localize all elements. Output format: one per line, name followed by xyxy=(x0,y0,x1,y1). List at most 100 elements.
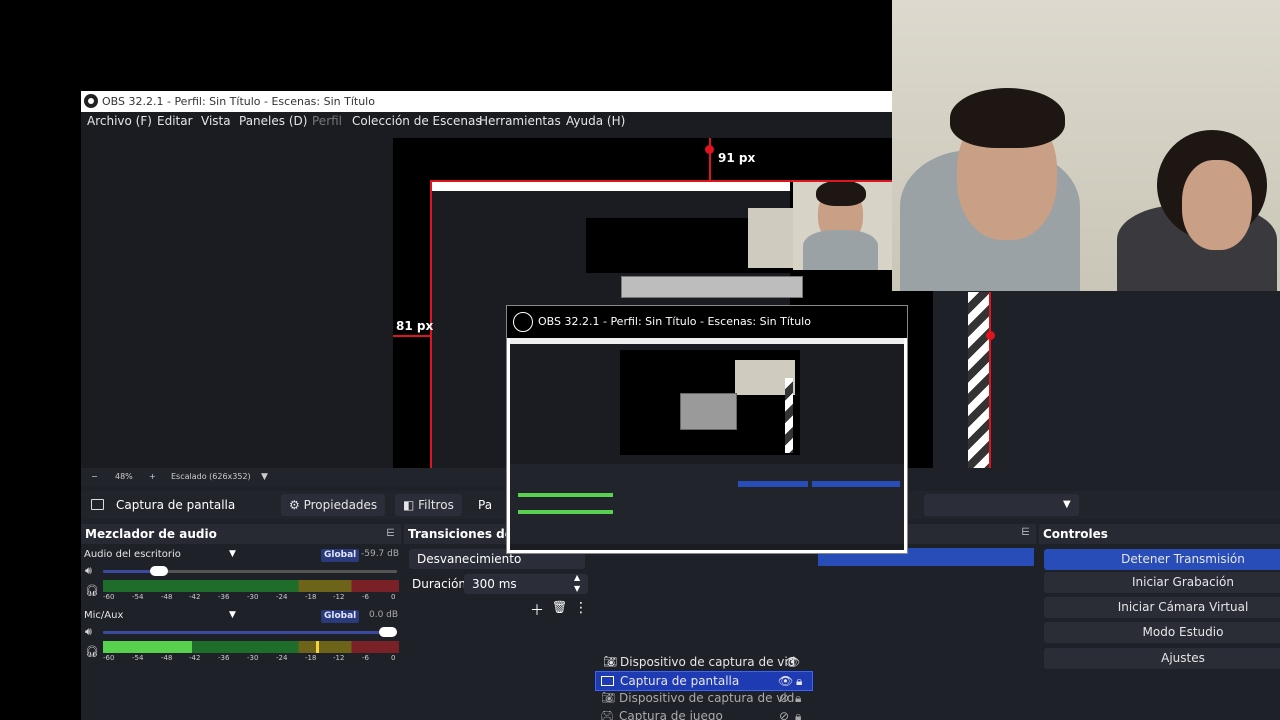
menu-perfil[interactable]: Perfil xyxy=(312,112,342,131)
headphones-icon[interactable]: 🎧︎ xyxy=(85,584,99,597)
trash-icon[interactable]: 🗑︎ xyxy=(552,600,567,614)
start-virtual-camera-button[interactable]: Iniciar Cámara Virtual xyxy=(1044,597,1280,618)
menu-coleccion-escenas[interactable]: Colección de Escenas xyxy=(352,112,482,131)
meter-tick-label: -54 xyxy=(132,654,144,662)
menu-archivo[interactable]: Archivo (F) xyxy=(87,112,152,131)
level-meter-fill xyxy=(103,641,192,653)
source-item-selected[interactable]: Captura de pantalla 👁︎ 🔒︎ xyxy=(595,671,813,691)
source-item[interactable]: 🎮︎ Captura de juego ⊘ 🔒︎ xyxy=(595,707,811,720)
zoom-in-button[interactable]: + xyxy=(149,468,156,486)
monitor-icon xyxy=(91,499,104,510)
duration-input[interactable]: 300 ms xyxy=(464,574,588,594)
meter-tick-label: -6 xyxy=(362,654,369,662)
zoom-out-button[interactable]: − xyxy=(91,468,98,486)
audio-mixer-header: Mezclador de audio ⋿ xyxy=(81,524,401,544)
mixer-channel-name: Mic/Aux xyxy=(84,610,124,621)
zoom-level: 48% xyxy=(115,472,133,481)
db-readout: -59.7 dB xyxy=(361,549,400,559)
speaker-icon[interactable]: 🔊︎ xyxy=(85,564,92,578)
screen-select-dropdown[interactable] xyxy=(924,494,1079,516)
mini-projector xyxy=(680,393,737,430)
gamepad-icon: 🎮︎ xyxy=(600,709,614,720)
meter-tick-label: -36 xyxy=(218,654,230,662)
meter-tick-label: -30 xyxy=(247,654,259,662)
measure-label-top: 91 px xyxy=(718,151,756,165)
volume-slider-knob[interactable] xyxy=(379,627,397,637)
meter-tick-label: -24 xyxy=(276,654,288,662)
controls-header: Controles xyxy=(1039,524,1280,544)
stop-streaming-button[interactable]: Detener Transmisión xyxy=(1044,549,1280,570)
channel-menu-chevron-icon[interactable]: ▼ xyxy=(229,610,236,620)
scale-readout: Escalado (626x352) xyxy=(171,472,251,481)
projector-title: OBS 32.2.1 - Perfil: Sin Título - Escena… xyxy=(538,315,811,328)
screen-select-label: Pa xyxy=(478,498,493,512)
settings-button[interactable]: Ajustes xyxy=(1044,648,1280,669)
lock-icon[interactable]: 🔒︎ xyxy=(795,689,801,707)
measure-handle-top[interactable] xyxy=(705,145,714,154)
bounding-box-edge xyxy=(989,292,991,468)
speaker-icon[interactable]: 🔊︎ xyxy=(85,625,92,639)
projector-titlebar[interactable]: OBS 32.2.1 - Perfil: Sin Título - Escena… xyxy=(507,306,907,338)
projector-window[interactable]: OBS 32.2.1 - Perfil: Sin Título - Escena… xyxy=(506,305,908,554)
filters-button[interactable]: ◧ Filtros xyxy=(395,494,462,516)
meter-tick-label: -18 xyxy=(305,593,317,601)
meter-tick-label: -30 xyxy=(247,593,259,601)
controls-dock: Controles Detener Transmisión Iniciar Gr… xyxy=(1039,524,1280,720)
add-transition-icon[interactable]: ＋ xyxy=(530,600,544,620)
peak-indicator xyxy=(316,641,319,653)
meter-tick-label: -48 xyxy=(161,654,173,662)
stepper-up-icon[interactable]: ▲ xyxy=(574,573,580,582)
chevron-down-icon[interactable]: ▼ xyxy=(261,468,268,486)
measure-border-top xyxy=(430,180,900,182)
volume-slider-knob[interactable] xyxy=(150,566,168,576)
eye-hidden-icon[interactable]: ⊘ xyxy=(779,689,789,707)
studio-mode-button[interactable]: Modo Estudio xyxy=(1044,622,1280,643)
meter-tick-label: -18 xyxy=(305,654,317,662)
mini-docks xyxy=(510,464,904,544)
source-item[interactable]: 📷︎ Dispositivo de captura de vid 👁︎ xyxy=(595,653,811,671)
stepper-down-icon[interactable]: ▼ xyxy=(574,584,580,593)
resize-handle[interactable] xyxy=(986,331,995,340)
meter-tick-label: -54 xyxy=(132,593,144,601)
volume-slider-fill xyxy=(103,631,397,634)
menu-paneles[interactable]: Paneles (D) xyxy=(239,112,307,131)
meter-tick-label: 0 xyxy=(391,654,396,662)
mixer-channel-name: Audio del escritorio xyxy=(84,549,181,560)
channel-menu-chevron-icon[interactable]: ▼ xyxy=(229,549,236,559)
menu-vista[interactable]: Vista xyxy=(201,112,231,131)
menu-herramientas[interactable]: Herramientas xyxy=(479,112,561,131)
camera-icon: 📷︎ xyxy=(603,655,617,668)
window-titlebar[interactable]: OBS 32.2.1 - Perfil: Sin Título - Escena… xyxy=(81,91,892,112)
menu-bar: Archivo (F) Editar Vista Paneles (D) Per… xyxy=(81,112,892,131)
more-options-icon[interactable]: ⋮ xyxy=(574,600,588,616)
measure-guide-left xyxy=(393,335,430,337)
eye-icon[interactable]: 👁︎ xyxy=(785,653,800,671)
dock-menu-icon[interactable]: ⋿ xyxy=(386,524,395,544)
properties-button[interactable]: ⚙ Propiedades xyxy=(281,494,386,516)
hazard-stripe xyxy=(968,292,990,468)
monitor-icon xyxy=(601,676,614,686)
webcam-overlay xyxy=(892,0,1280,291)
lock-icon[interactable]: 🔒︎ xyxy=(796,672,802,690)
lock-icon[interactable]: 🔒︎ xyxy=(795,707,801,720)
meter-tick-label: -42 xyxy=(189,654,201,662)
mini-selected-row xyxy=(738,481,808,487)
source-item[interactable]: 📷︎ Dispositivo de captura de vid ⊘ 🔒︎ xyxy=(595,689,811,707)
level-meter xyxy=(103,641,399,653)
eye-icon[interactable]: 👁︎ xyxy=(778,672,793,690)
person-right-face xyxy=(1182,160,1252,250)
dropdown-chevron-icon[interactable]: ▼ xyxy=(1063,491,1071,519)
headphones-icon[interactable]: 🎧︎ xyxy=(85,645,99,658)
db-readout: 0.0 dB xyxy=(369,610,399,620)
global-badge: Global xyxy=(321,610,360,623)
dock-menu-icon[interactable]: ⋿ xyxy=(1021,527,1030,538)
mini-meter xyxy=(518,493,613,497)
meter-tick-label: -6 xyxy=(362,593,369,601)
menu-editar[interactable]: Editar xyxy=(157,112,193,131)
level-meter xyxy=(103,580,399,592)
nested-webcam xyxy=(748,208,793,268)
start-recording-button[interactable]: Iniciar Grabación xyxy=(1044,572,1280,593)
menu-ayuda[interactable]: Ayuda (H) xyxy=(566,112,625,131)
eye-hidden-icon[interactable]: ⊘ xyxy=(779,707,789,720)
measure-label-left: 81 px xyxy=(396,319,434,333)
